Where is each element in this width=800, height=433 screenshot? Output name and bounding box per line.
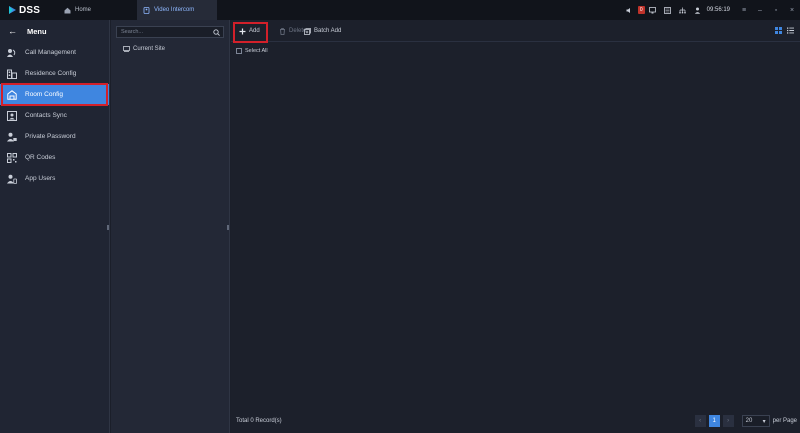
per-page-label: per Page xyxy=(772,418,797,424)
site-tree-panel: Current Site xyxy=(111,20,230,433)
checkbox[interactable] xyxy=(236,48,242,54)
page-size-select[interactable]: 20 ▾ xyxy=(741,415,770,427)
pager: ‹ 1 › 20 ▾ per Page xyxy=(694,415,800,427)
chevron-down-icon: ▾ xyxy=(762,418,766,425)
menu-bars-icon[interactable]: ≡ xyxy=(738,7,750,14)
title-bar: DSS Home Video Intercom 0 09:56:19 ≡ – ▫… xyxy=(0,0,800,20)
tree-node-current-site[interactable]: Current Site xyxy=(123,46,165,52)
home-icon xyxy=(64,7,71,14)
menu-item-label: Contacts Sync xyxy=(25,112,67,119)
grid-view-icon[interactable] xyxy=(775,27,782,34)
qr-code-icon xyxy=(7,152,17,163)
site-icon xyxy=(123,46,130,52)
prev-page-button[interactable]: ‹ xyxy=(694,415,706,427)
system-clock: 09:56:19 xyxy=(706,7,730,13)
minimize-icon[interactable]: – xyxy=(754,7,766,14)
menu-item-label: Call Management xyxy=(25,49,76,56)
maximize-icon[interactable]: ▫ xyxy=(770,7,782,14)
select-all-label: Select All xyxy=(245,48,268,54)
app-users-icon xyxy=(7,174,18,184)
room-list-panel: Add Delete Batch Add Select All Total 0 … xyxy=(231,20,800,433)
network-icon[interactable] xyxy=(678,7,686,14)
room-icon xyxy=(7,89,17,100)
menu-header: ← Menu xyxy=(0,20,109,42)
plus-icon xyxy=(239,28,246,35)
menu-item-label: QR Codes xyxy=(25,154,56,161)
tab-home[interactable]: Home xyxy=(58,0,128,20)
menu-item-private-password[interactable]: Private Password xyxy=(0,126,109,147)
search-icon[interactable] xyxy=(213,29,220,36)
menu-item-residence-config[interactable]: Residence Config xyxy=(0,63,109,84)
side-menu: ← Menu Call Management Residence Config … xyxy=(0,20,110,433)
menu-collapse-handle[interactable] xyxy=(107,225,109,230)
tree-collapse-handle[interactable] xyxy=(227,225,229,230)
page-size-value: 20 xyxy=(745,418,753,424)
call-management-icon xyxy=(7,48,17,58)
user-icon[interactable] xyxy=(694,7,701,14)
contacts-icon xyxy=(7,110,17,121)
password-icon xyxy=(7,132,17,142)
menu-item-label: Residence Config xyxy=(25,70,77,77)
next-page-button[interactable]: › xyxy=(722,415,734,427)
alarm-count-badge: 0 xyxy=(637,6,645,14)
storage-icon[interactable] xyxy=(663,6,671,14)
current-page[interactable]: 1 xyxy=(708,415,720,427)
tab-video-intercom-label: Video Intercom xyxy=(154,7,195,13)
intercom-icon xyxy=(143,6,150,14)
menu-item-label: App Users xyxy=(25,175,56,182)
site-search-box[interactable] xyxy=(116,26,224,38)
select-all-checkbox[interactable]: Select All xyxy=(236,48,268,54)
menu-item-contacts-sync[interactable]: Contacts Sync xyxy=(0,105,109,126)
toolbar: Add Delete Batch Add xyxy=(231,20,800,43)
batch-add-label: Batch Add xyxy=(314,28,342,34)
add-label: Add xyxy=(249,28,260,34)
dss-logo: DSS xyxy=(8,4,40,16)
menu-item-room-config[interactable]: Room Config xyxy=(0,83,109,106)
site-label: Current Site xyxy=(133,46,166,52)
list-view-icon[interactable] xyxy=(787,27,794,34)
menu-item-app-users[interactable]: App Users xyxy=(0,168,109,189)
total-records: Total 0 Record(s) xyxy=(236,418,282,424)
site-search-input[interactable] xyxy=(121,29,211,35)
tab-video-intercom[interactable]: Video Intercom xyxy=(137,0,217,20)
menu-item-qr-codes[interactable]: QR Codes xyxy=(0,147,109,168)
residence-icon xyxy=(7,69,17,79)
tab-home-label: Home xyxy=(75,7,92,13)
batch-add-icon xyxy=(304,27,311,35)
add-button[interactable]: Add xyxy=(236,25,263,37)
trash-icon xyxy=(279,27,286,35)
batch-add-button[interactable]: Batch Add xyxy=(304,25,341,37)
system-tray: 0 09:56:19 ≡ – ▫ × xyxy=(622,0,800,20)
alarm-icon[interactable] xyxy=(626,7,633,14)
logo-icon xyxy=(8,5,17,15)
back-arrow-icon[interactable]: ← xyxy=(8,26,17,36)
menu-item-label: Private Password xyxy=(25,133,76,140)
menu-title: Menu xyxy=(27,26,47,36)
close-icon[interactable]: × xyxy=(786,7,798,14)
monitor-icon[interactable] xyxy=(648,6,656,14)
delete-button[interactable]: Delete xyxy=(279,25,306,37)
menu-item-call-management[interactable]: Call Management xyxy=(0,42,109,63)
view-toggle xyxy=(770,27,794,34)
menu-item-label: Room Config xyxy=(25,91,63,98)
pagination-bar: Total 0 Record(s) ‹ 1 › 20 ▾ per Page xyxy=(231,412,800,432)
